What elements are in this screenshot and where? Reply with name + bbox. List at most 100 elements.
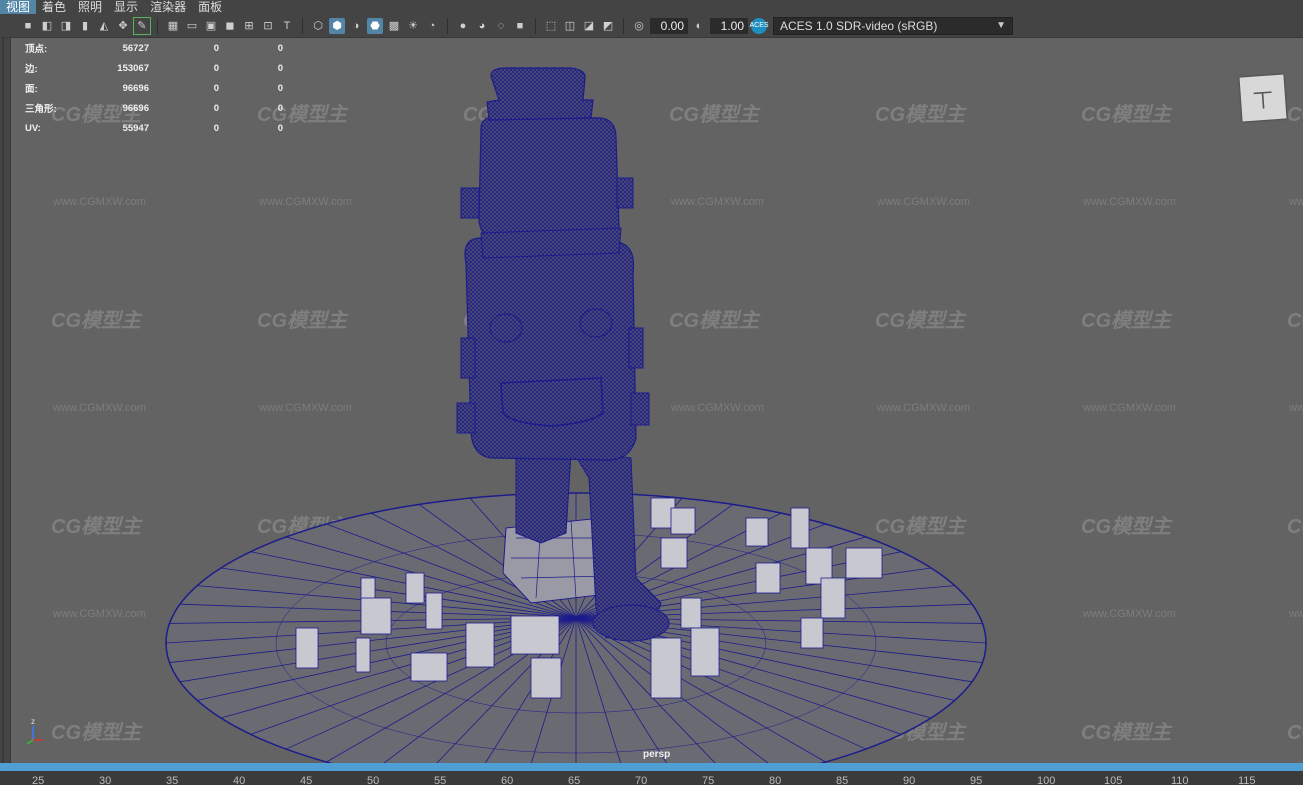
hud-value: 0 — [277, 102, 283, 114]
timeline-tick-label: 90 — [903, 775, 916, 785]
foliage-card — [295, 627, 319, 669]
foliage-card — [410, 652, 448, 682]
hud-row-edges: 边: 153067 0 0 — [25, 58, 283, 78]
foliage-card — [360, 597, 392, 635]
isolate-select-icon[interactable]: ⬚ — [543, 18, 559, 34]
timeline-tick-label: 30 — [99, 775, 112, 785]
hud-value: 0 — [213, 62, 219, 74]
hud-value: 56727 — [122, 42, 149, 54]
hud-value: 96696 — [122, 102, 149, 114]
film-gate-icon[interactable]: ▭ — [184, 18, 200, 34]
safe-title-icon[interactable]: T — [279, 18, 295, 34]
hud-row-triangles: 三角形: 96696 0 0 — [25, 98, 283, 118]
foliage-card — [405, 572, 425, 604]
time-slider-bar[interactable] — [0, 763, 1303, 771]
camera-attributes-icon[interactable]: ◧ — [39, 18, 55, 34]
timeline-tick-label: 45 — [300, 775, 313, 785]
bookmark-camera-icon[interactable]: ◨ — [58, 18, 74, 34]
foliage-card — [530, 657, 562, 699]
hud-row-faces: 面: 96696 0 0 — [25, 78, 283, 98]
timeline-tick-label: 50 — [367, 775, 380, 785]
foliage-card — [355, 637, 371, 673]
toolbar-divider — [447, 17, 448, 34]
foliage-card — [690, 627, 720, 677]
foliage-card — [755, 562, 781, 594]
menu-lighting[interactable]: 照明 — [72, 0, 108, 14]
hud-value: 153067 — [117, 62, 149, 74]
timeline-tick-label: 60 — [501, 775, 514, 785]
resolution-gate-icon[interactable]: ▣ — [203, 18, 219, 34]
timeline-tick-label: 110 — [1171, 775, 1189, 785]
hud-value: 0 — [213, 82, 219, 94]
timeline-tick-label: 55 — [434, 775, 447, 785]
robot-hat — [486, 67, 594, 121]
textured-icon[interactable]: ▩ — [386, 18, 402, 34]
hud-label: UV: — [25, 122, 41, 134]
left-panel-edge — [0, 38, 10, 763]
xray-joints-icon[interactable]: ◪ — [581, 18, 597, 34]
time-ruler[interactable]: 25 30 35 40 45 50 55 60 65 70 75 80 85 90 95 100 105 110 1… — [0, 771, 1303, 785]
shadows-icon[interactable]: ◔ — [424, 18, 440, 34]
3d-viewport[interactable]: CG模型主CG模型主CG模型主CG模型主CG模型主CG模型主CG模型主CG模型主… — [10, 38, 1303, 763]
2d-pan-zoom-icon[interactable]: ✥ — [115, 18, 131, 34]
timeline-tick-label: 35 — [166, 775, 179, 785]
camera-name-label: persp — [643, 749, 671, 760]
timeline-tick-label: 95 — [970, 775, 983, 785]
timeline-tick-label: 115 — [1238, 775, 1256, 785]
grease-pencil-icon[interactable]: ✎ — [133, 16, 151, 35]
hud-value: 0 — [213, 102, 219, 114]
foliage-card — [510, 615, 560, 655]
timeline-tick-label: 65 — [568, 775, 581, 785]
bookmark-icon[interactable]: ▮ — [77, 18, 93, 34]
gamma-icon[interactable]: ◐ — [691, 18, 707, 34]
hud-value: 0 — [277, 62, 283, 74]
lights-icon[interactable]: ☀ — [405, 18, 421, 34]
exposure-icon[interactable]: ◎ — [631, 18, 647, 34]
hud-value: 0 — [213, 122, 219, 134]
view-transform-dropdown[interactable]: ACES 1.0 SDR-video (sRGB) ▼ — [773, 16, 1013, 35]
chevron-down-icon: ▼ — [996, 20, 1006, 31]
wireframe-icon[interactable]: ⬡ — [310, 18, 326, 34]
image-plane-icon[interactable]: ◭ — [96, 18, 112, 34]
field-chart-icon[interactable]: ⊞ — [241, 18, 257, 34]
timeline-tick-label: 85 — [836, 775, 849, 785]
camera-select-icon[interactable]: ■ — [20, 18, 36, 34]
xray-components-icon[interactable]: ◩ — [600, 18, 616, 34]
grid-icon[interactable]: ▦ — [165, 18, 181, 34]
xray-icon[interactable]: ◫ — [562, 18, 578, 34]
menu-view[interactable]: 视图 — [0, 0, 37, 14]
menu-panels[interactable]: 面板 — [192, 0, 228, 14]
color-management-icon[interactable]: ACES — [749, 17, 769, 34]
foliage-card — [650, 637, 682, 699]
wireframe-scene — [165, 67, 987, 763]
view-transform-value: ACES 1.0 SDR-video (sRGB) — [780, 18, 938, 33]
axis-gizmo: z — [26, 718, 43, 745]
timeline-tick-label: 70 — [635, 775, 648, 785]
exposure-field[interactable]: 0.00 — [650, 17, 688, 34]
safe-action-icon[interactable]: ⊡ — [260, 18, 276, 34]
foliage-card — [800, 617, 824, 649]
menu-show[interactable]: 显示 — [108, 0, 144, 14]
smooth-shade-icon[interactable]: ⬢ — [329, 17, 345, 34]
default-material-icon[interactable]: ◑ — [348, 18, 364, 34]
anti-aliasing-icon[interactable]: ◌ — [493, 18, 509, 34]
hud-value: 55947 — [122, 122, 149, 134]
foliage-card — [820, 577, 846, 619]
menu-shading[interactable]: 着色 — [36, 0, 72, 14]
screen-space-ao-icon[interactable]: ● — [455, 18, 471, 34]
wireframe-on-shaded-icon[interactable]: ⬣ — [367, 17, 383, 34]
gate-mask-icon[interactable]: ◼ — [222, 18, 238, 34]
hud-value: 96696 — [122, 82, 149, 94]
toolbar-divider — [302, 17, 303, 34]
timeline-tick-label: 105 — [1104, 775, 1123, 785]
menu-renderer[interactable]: 渲染器 — [144, 0, 192, 14]
depth-of-field-icon[interactable]: ■ — [512, 18, 528, 34]
timeline-tick-label: 75 — [702, 775, 715, 785]
hud-label: 边: — [25, 64, 38, 75]
view-cube[interactable]: 丅 — [1239, 74, 1287, 122]
toolbar-divider — [623, 17, 624, 34]
divider — [2, 38, 4, 763]
foliage-card — [670, 507, 696, 535]
gamma-field[interactable]: 1.00 — [710, 17, 748, 34]
motion-blur-icon[interactable]: ◕ — [474, 18, 490, 34]
